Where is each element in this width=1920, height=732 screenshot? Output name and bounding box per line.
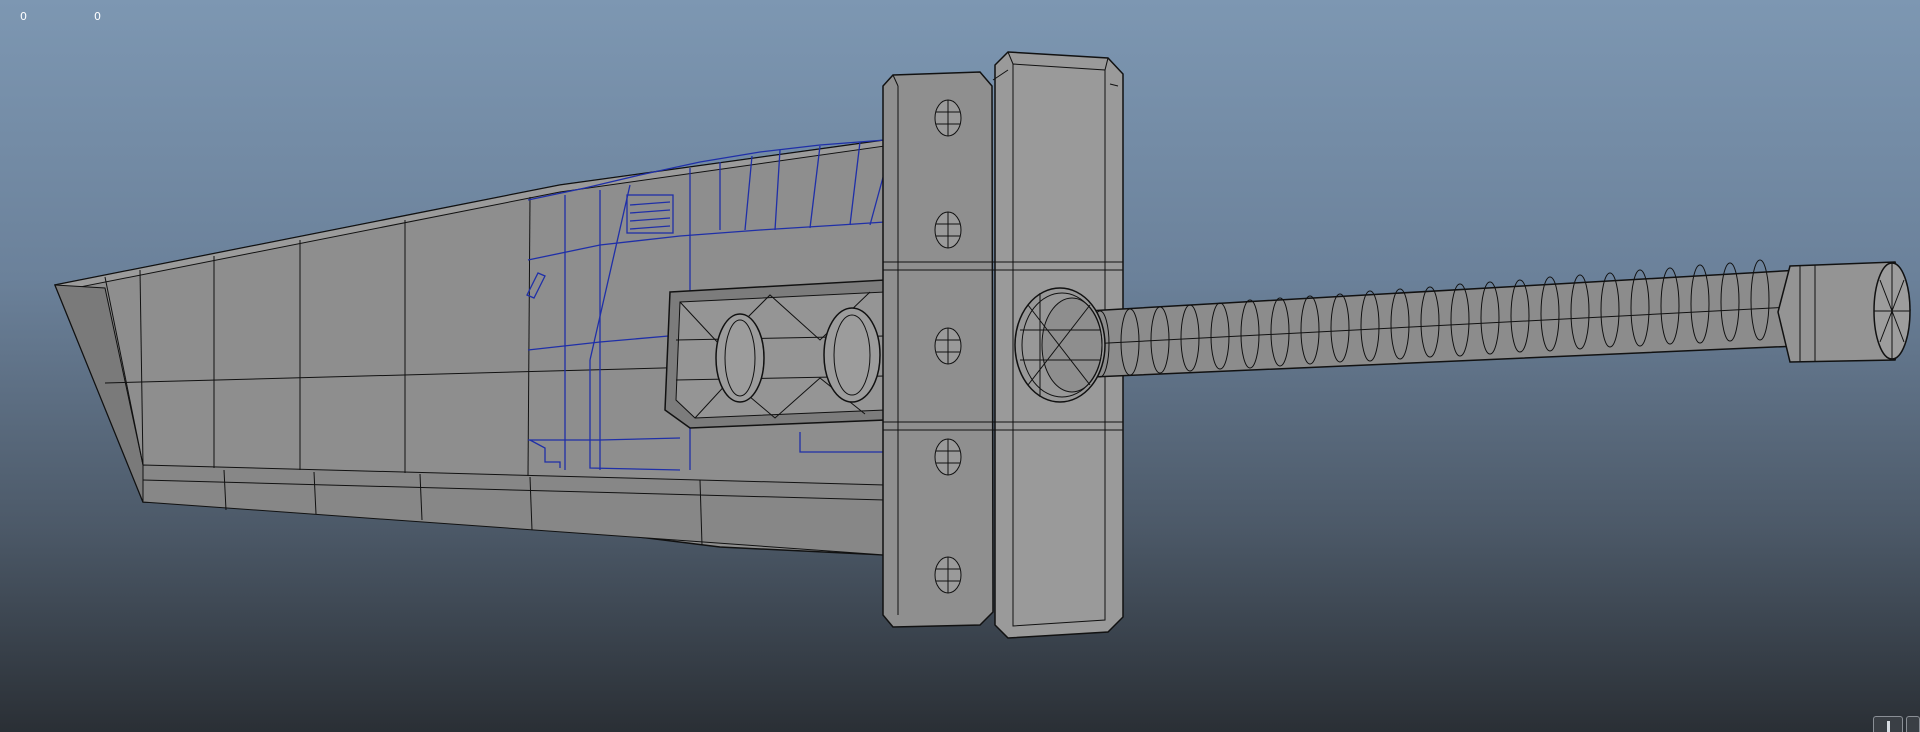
handle-glyph-icon [1887,721,1890,732]
view-control-icon[interactable] [1873,716,1903,732]
view-control-icon[interactable] [1906,716,1920,732]
handle-mesh[interactable] [1014,259,1911,403]
blade-chamber[interactable] [664,279,886,429]
3d-viewport[interactable]: 0 0 [0,0,1920,732]
sword-model[interactable] [0,0,1920,732]
